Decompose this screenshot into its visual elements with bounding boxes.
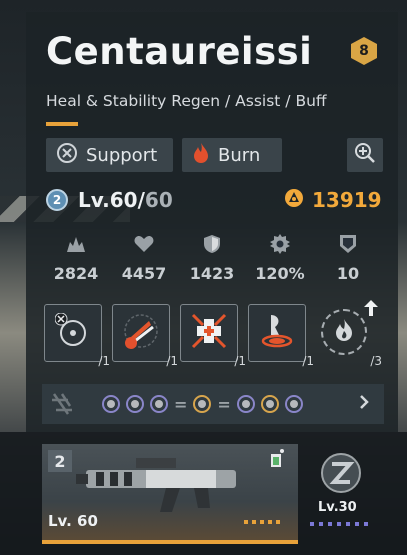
role-description: Heal & Stability Regen / Assist / Buff bbox=[46, 92, 327, 110]
core-pips bbox=[310, 522, 368, 526]
core-emblem-icon bbox=[320, 452, 362, 498]
skill-frame bbox=[44, 304, 102, 362]
stat-stability: 10 bbox=[314, 234, 382, 283]
level-current: 60 bbox=[109, 188, 138, 212]
level-separator: / bbox=[137, 188, 145, 212]
module-slot[interactable] bbox=[126, 395, 144, 413]
stat-attack: 2824 bbox=[42, 234, 110, 283]
slot-divider: = bbox=[217, 394, 231, 414]
weapon-rifle-icon bbox=[76, 454, 246, 522]
module-slot[interactable] bbox=[193, 395, 212, 413]
module-slot[interactable] bbox=[260, 395, 279, 413]
skill-slot[interactable]: /1 bbox=[248, 304, 314, 368]
core-pip bbox=[328, 522, 332, 526]
level-max: 60 bbox=[144, 188, 173, 212]
tag-support[interactable]: Support bbox=[46, 138, 173, 172]
skill-count: /1 bbox=[166, 354, 178, 368]
core-pip bbox=[346, 522, 350, 526]
zoom-button[interactable] bbox=[347, 138, 383, 172]
support-class-icon bbox=[56, 142, 78, 169]
skill-slot[interactable]: /1 bbox=[44, 304, 110, 368]
stat-regen: 120% bbox=[246, 234, 314, 283]
tag-burn[interactable]: Burn bbox=[182, 138, 282, 172]
weapon-pip bbox=[276, 520, 280, 524]
skill-count: /1 bbox=[234, 354, 246, 368]
module-slots: = = bbox=[102, 395, 303, 414]
target-icon bbox=[54, 312, 91, 353]
stat-stability-value: 10 bbox=[336, 264, 360, 283]
skill-count: /1 bbox=[98, 354, 110, 368]
zoom-in-icon bbox=[354, 142, 376, 168]
weapon-card[interactable]: 2 Lv. 60 bbox=[42, 444, 298, 544]
stats-row: 2824 4457 1423 120% 10 bbox=[42, 234, 382, 283]
skill-count: /3 bbox=[370, 354, 382, 368]
level-row: 2 Lv.60/60 bbox=[46, 188, 173, 212]
module-slot[interactable] bbox=[150, 395, 168, 413]
rank-badge: 8 bbox=[349, 36, 379, 66]
weapon-pip bbox=[244, 520, 248, 524]
core-pip bbox=[364, 522, 368, 526]
skill-frame bbox=[248, 304, 306, 362]
core-pip bbox=[355, 522, 359, 526]
upgrade-arrow-icon bbox=[364, 300, 378, 320]
gear-icon bbox=[270, 234, 290, 258]
heart-icon bbox=[133, 234, 155, 258]
weapon-pip bbox=[252, 520, 256, 524]
skill-frame bbox=[112, 304, 170, 362]
stat-attack-value: 2824 bbox=[53, 264, 99, 283]
chevron-right-icon[interactable] bbox=[358, 394, 370, 414]
ultimate-flame-icon bbox=[332, 317, 356, 347]
weapon-mod-icon bbox=[268, 448, 286, 472]
power-row: 13919 bbox=[284, 188, 382, 212]
tag-burn-label: Burn bbox=[218, 144, 261, 166]
stat-hp-value: 4457 bbox=[121, 264, 167, 283]
tag-support-label: Support bbox=[86, 144, 158, 166]
power-icon bbox=[284, 188, 304, 212]
flame-icon bbox=[192, 142, 210, 169]
beam-icon bbox=[257, 311, 297, 355]
module-bar[interactable]: = = bbox=[42, 384, 384, 424]
core-pip bbox=[337, 522, 341, 526]
slash-fire-icon bbox=[121, 311, 161, 355]
rank-value: 8 bbox=[351, 37, 377, 65]
module-slot[interactable] bbox=[102, 395, 120, 413]
defense-icon bbox=[202, 234, 222, 258]
skill-frame bbox=[180, 304, 238, 362]
skill-slot[interactable]: /3 bbox=[316, 300, 382, 368]
character-panel bbox=[26, 12, 398, 432]
ultimate-ring bbox=[321, 309, 367, 355]
attack-icon bbox=[65, 234, 87, 258]
stat-defense-value: 1423 bbox=[189, 264, 235, 283]
level-text: Lv.60/60 bbox=[78, 188, 173, 212]
stat-hp: 4457 bbox=[110, 234, 178, 283]
skill-count: /1 bbox=[302, 354, 314, 368]
core-card[interactable]: Lv.30 bbox=[306, 448, 376, 538]
slot-divider: = bbox=[174, 394, 188, 414]
accent-bar bbox=[46, 122, 78, 126]
weapon-pip bbox=[260, 520, 264, 524]
level-badge: 2 bbox=[46, 189, 68, 211]
core-pip bbox=[310, 522, 314, 526]
weapon-level: Lv. 60 bbox=[48, 512, 98, 530]
level-prefix: Lv. bbox=[78, 188, 110, 212]
module-slot[interactable] bbox=[236, 395, 255, 413]
power-value: 13919 bbox=[312, 188, 382, 212]
skills-row: /1 /1 /1 /1 /3 bbox=[44, 300, 382, 368]
core-level: Lv.30 bbox=[318, 500, 357, 515]
skill-slot[interactable]: /1 bbox=[112, 304, 178, 368]
skill-slot[interactable]: /1 bbox=[180, 304, 246, 368]
core-pip bbox=[319, 522, 323, 526]
weapon-pips bbox=[244, 520, 280, 524]
weapon-slot-number: 2 bbox=[48, 450, 72, 472]
stat-regen-value: 120% bbox=[255, 264, 305, 283]
heal-cross-icon bbox=[189, 311, 229, 355]
module-slot[interactable] bbox=[284, 395, 303, 413]
character-name: Centaureissi bbox=[46, 30, 313, 73]
module-type-icon bbox=[42, 384, 82, 424]
weapon-pip bbox=[268, 520, 272, 524]
stat-defense: 1423 bbox=[178, 234, 246, 283]
shield-icon bbox=[339, 234, 357, 258]
